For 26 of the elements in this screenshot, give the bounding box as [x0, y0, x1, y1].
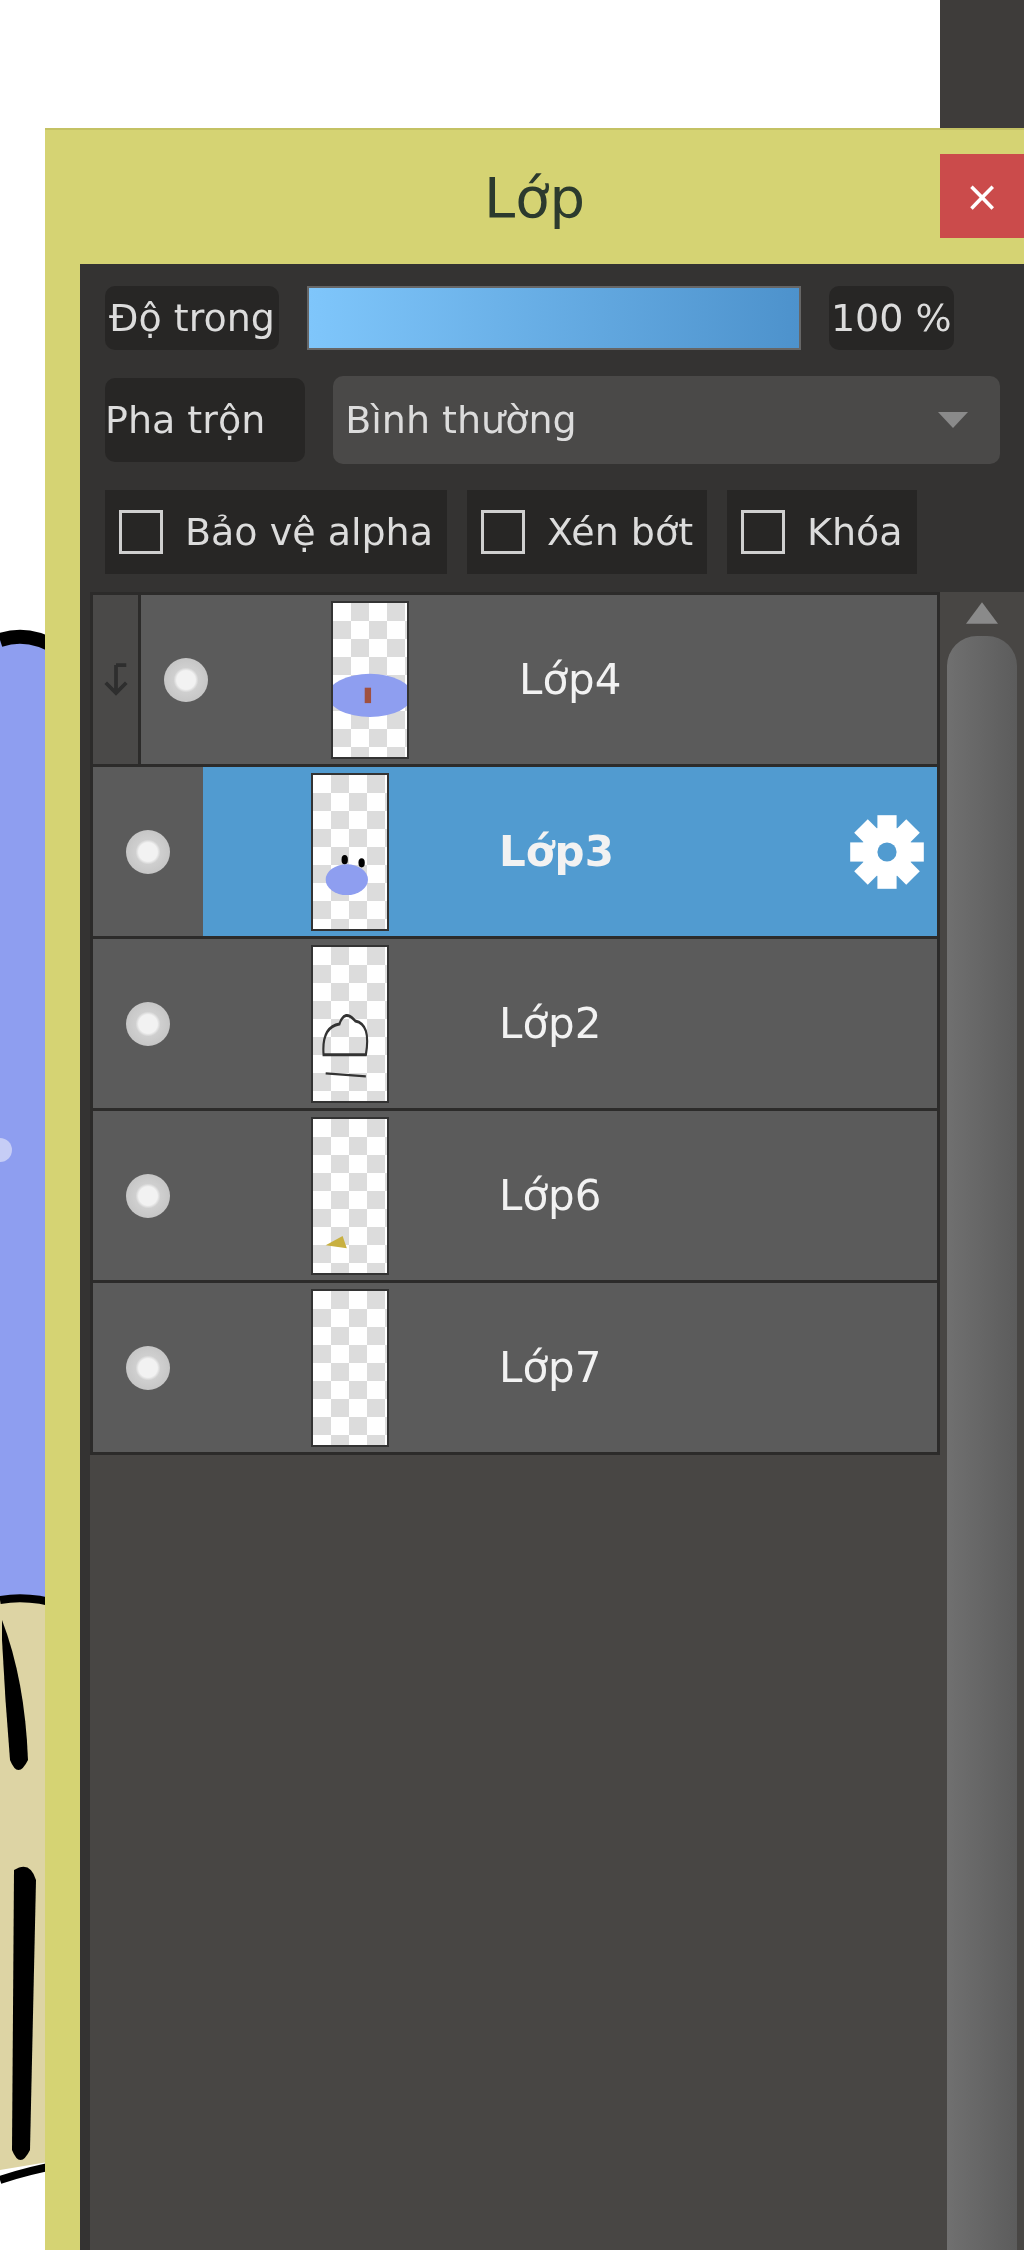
- layer-name: Lớp7: [499, 1343, 602, 1392]
- opacity-label: Độ trong: [105, 286, 279, 350]
- visibility-dot-icon[interactable]: [164, 657, 208, 702]
- option-checkbox[interactable]: Xén bớt: [466, 490, 708, 574]
- layer-row[interactable]: Lớp6: [90, 1111, 940, 1283]
- caret-icon: [938, 412, 968, 428]
- visibility-dot-icon[interactable]: [126, 1345, 170, 1390]
- scroll-up-icon[interactable]: [966, 602, 998, 624]
- layer-name: Lớp6: [499, 1171, 602, 1220]
- blend-label: Pha trộn: [105, 378, 306, 462]
- layer-name: Lớp2: [499, 999, 602, 1048]
- visibility-dot-icon[interactable]: [126, 829, 170, 874]
- window-title: Lớp: [484, 164, 585, 230]
- visibility-dot-icon[interactable]: [126, 1173, 170, 1218]
- option-checkbox[interactable]: Khóa: [727, 490, 917, 574]
- option-checkbox[interactable]: Bảo vệ alpha: [105, 490, 447, 574]
- scrollbar-thumb[interactable]: [947, 636, 1017, 2250]
- opacity-value: 100 %: [828, 286, 954, 350]
- layer-row[interactable]: Lớp2: [90, 939, 940, 1111]
- layer-name: Lớp4: [519, 655, 622, 704]
- visibility-dot-icon[interactable]: [126, 1001, 170, 1046]
- layer-name: Lớp3: [499, 827, 614, 876]
- layer-row[interactable]: Lớp7: [90, 1283, 940, 1455]
- layer-row[interactable]: Lớp4: [90, 595, 940, 767]
- blend-dropdown[interactable]: Bình thường: [333, 376, 1000, 464]
- close-button[interactable]: ×: [940, 154, 1024, 238]
